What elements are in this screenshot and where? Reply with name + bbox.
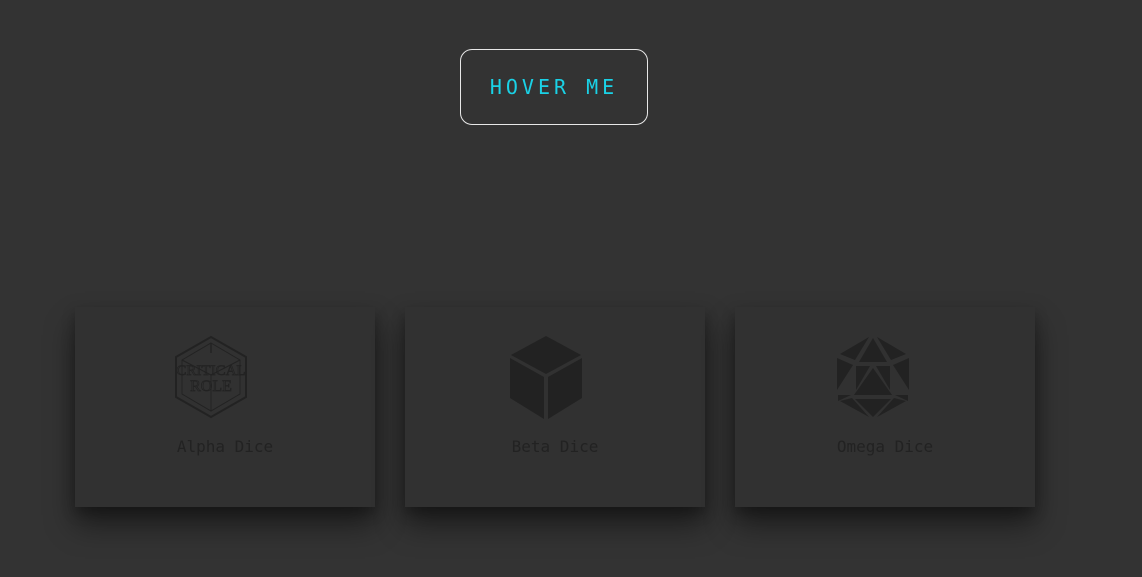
dice-card-alpha[interactable]: CRITICAL ROLE Alpha Dice bbox=[75, 307, 375, 507]
dice-card-omega[interactable]: Omega Dice bbox=[735, 307, 1035, 507]
card-label: Omega Dice bbox=[836, 437, 934, 456]
d6-cube-icon bbox=[405, 335, 705, 421]
critical-role-logo-icon: CRITICAL ROLE bbox=[75, 335, 375, 421]
page: HOVER ME CRITICAL ROLE Alpha Dice Beta D… bbox=[0, 0, 1142, 577]
hover-me-button-label: HOVER ME bbox=[489, 75, 619, 99]
card-label: Beta Dice bbox=[511, 437, 599, 456]
card-label: Alpha Dice bbox=[176, 437, 274, 456]
critical-role-logo-text-bottom: ROLE bbox=[190, 378, 232, 395]
critical-role-logo-text-top: CRITICAL bbox=[176, 363, 245, 379]
hover-me-button[interactable]: HOVER ME bbox=[460, 49, 648, 125]
dice-card-beta[interactable]: Beta Dice bbox=[405, 307, 705, 507]
d20-icosahedron-icon bbox=[735, 335, 1035, 421]
